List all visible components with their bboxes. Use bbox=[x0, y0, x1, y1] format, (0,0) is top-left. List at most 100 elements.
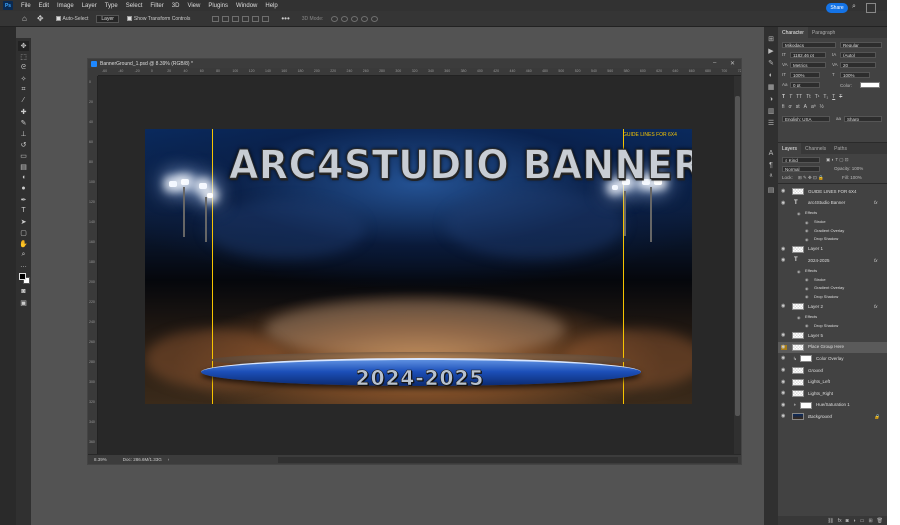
dodge-tool-icon[interactable]: ● bbox=[18, 184, 29, 194]
fill-field[interactable]: Fill: 100% bbox=[842, 175, 862, 180]
visibility-eye-icon[interactable]: ◉ bbox=[781, 200, 787, 206]
crop-tool-icon[interactable]: ⌗ bbox=[18, 85, 29, 95]
faux-italic-button[interactable]: T bbox=[789, 94, 792, 100]
auto-select-checkbox[interactable]: Auto-Select bbox=[55, 16, 88, 22]
3d-roll-icon[interactable] bbox=[341, 15, 349, 22]
leading-field[interactable]: (Auto) bbox=[840, 52, 876, 58]
visibility-eye-icon[interactable]: ◉ bbox=[781, 333, 787, 338]
effect-visibility-icon[interactable]: ◉ bbox=[805, 323, 809, 328]
layer-effect-row[interactable]: ◉ Drop Shadow bbox=[778, 235, 887, 244]
font-style-dropdown[interactable]: Regular bbox=[840, 42, 882, 48]
layer-row[interactable]: ◉ ↳ Color Overlay bbox=[778, 353, 887, 365]
gradient-tool-icon[interactable]: ▤ bbox=[18, 162, 29, 172]
minimize-icon[interactable]: – bbox=[713, 60, 716, 66]
superscript-button[interactable]: T¹ bbox=[815, 94, 820, 100]
visibility-eye-icon[interactable]: ◉ bbox=[781, 402, 787, 408]
home-icon[interactable]: ⌂ bbox=[22, 14, 27, 23]
type-tool-icon[interactable]: T bbox=[18, 206, 29, 216]
menu-window[interactable]: Window bbox=[232, 3, 261, 9]
menu-plugins[interactable]: Plugins bbox=[204, 3, 232, 9]
vertical-scrollbar[interactable] bbox=[734, 76, 741, 454]
history-brush-tool-icon[interactable]: ↺ bbox=[18, 140, 29, 150]
new-layer-icon[interactable]: ⊞ bbox=[868, 518, 872, 524]
filter-icons[interactable]: ▣ ◐ T ▢ ⊡ bbox=[826, 157, 849, 163]
trash-icon[interactable]: 🗑 bbox=[877, 518, 883, 524]
align-middle-icon[interactable] bbox=[252, 15, 260, 22]
close-icon[interactable]: ✕ bbox=[730, 60, 735, 67]
zoom-tool-icon[interactable]: ⌕ bbox=[18, 250, 29, 260]
layer-row[interactable]: ◉ T 2024-2025 fx bbox=[778, 255, 887, 267]
magic-wand-tool-icon[interactable]: ✧ bbox=[18, 74, 29, 84]
auto-select-target-dropdown[interactable]: Layer bbox=[96, 14, 119, 23]
layer-fx-badge[interactable]: fx bbox=[874, 258, 878, 263]
brush-tool-icon[interactable]: ✎ bbox=[18, 118, 29, 128]
titling-button[interactable]: A bbox=[804, 104, 807, 110]
status-menu-icon[interactable]: › bbox=[168, 457, 170, 462]
marquee-tool-icon[interactable]: ⬚ bbox=[18, 52, 29, 62]
effect-visibility-icon[interactable]: ◉ bbox=[797, 269, 801, 274]
ligature-button[interactable]: fi bbox=[782, 104, 785, 110]
menu-3d[interactable]: 3D bbox=[168, 3, 184, 9]
glyphs-panel-icon[interactable]: ª bbox=[766, 173, 776, 182]
zoom-level[interactable]: 8.39% bbox=[94, 457, 107, 462]
clone-stamp-tool-icon[interactable]: ⊥ bbox=[18, 129, 29, 139]
visibility-eye-icon[interactable]: ◉ bbox=[781, 368, 787, 373]
layer-row[interactable]: ◉ Tarc4Studio Banner fx bbox=[778, 198, 887, 210]
effect-visibility-icon[interactable]: ◉ bbox=[805, 237, 809, 242]
layer-row[interactable]: ◉ Background 🔒 bbox=[778, 411, 887, 423]
align-top-icon[interactable] bbox=[242, 15, 250, 22]
visibility-eye-icon[interactable]: ◉ bbox=[781, 391, 787, 396]
tab-paths[interactable]: Paths bbox=[830, 143, 851, 154]
visibility-eye-icon[interactable]: ◉ bbox=[781, 258, 787, 263]
font-size-field[interactable]: 1182.46 pt bbox=[790, 52, 826, 58]
menu-image[interactable]: Image bbox=[53, 3, 78, 9]
faux-bold-button[interactable]: T bbox=[782, 94, 785, 100]
layer-fx-badge[interactable]: fx bbox=[874, 304, 878, 309]
horizontal-scale-field[interactable]: 100% bbox=[840, 72, 870, 78]
align-center-icon[interactable] bbox=[222, 15, 230, 22]
ordinal-button[interactable]: aª bbox=[811, 104, 816, 110]
visibility-eye-icon[interactable]: ◉ bbox=[781, 344, 787, 350]
layer-effect-row[interactable]: ◉ Stroke bbox=[778, 275, 887, 284]
kerning-field[interactable]: Metrics bbox=[790, 62, 826, 68]
vertical-scale-field[interactable]: 100% bbox=[790, 72, 820, 78]
adjustment-layer-icon[interactable]: ◑ bbox=[853, 518, 856, 524]
banner-canvas[interactable]: GUIDE LINES FOR 6X4 ARC4STUDIO BANNER 20… bbox=[145, 129, 692, 404]
properties-panel-icon[interactable]: ☰ bbox=[766, 119, 776, 128]
layer-row[interactable]: ◉ Layer 2 fx bbox=[778, 301, 887, 313]
effect-visibility-icon[interactable]: ◉ bbox=[805, 286, 809, 291]
tab-paragraph[interactable]: Paragraph bbox=[808, 27, 839, 38]
effect-visibility-icon[interactable]: ◉ bbox=[797, 315, 801, 320]
link-layers-icon[interactable]: ⛓ bbox=[827, 518, 833, 524]
add-mask-icon[interactable]: ◙ bbox=[846, 518, 849, 524]
layer-filter-dropdown[interactable]: ⌕ Kind bbox=[782, 157, 820, 163]
paragraph-panel-icon[interactable]: ¶ bbox=[766, 161, 776, 170]
character-panel-icon[interactable]: A bbox=[766, 149, 776, 158]
swash-button[interactable]: ơ bbox=[789, 104, 792, 110]
stylistic-button[interactable]: st bbox=[796, 104, 800, 110]
swatches-panel-icon[interactable]: ▦ bbox=[766, 83, 776, 92]
menu-type[interactable]: Type bbox=[101, 3, 122, 9]
layer-effect-row[interactable]: ◉ Gradient Overlay bbox=[778, 226, 887, 235]
layer-row[interactable]: ◉ ◑ Hue/Saturation 1 bbox=[778, 400, 887, 412]
menu-layer[interactable]: Layer bbox=[78, 3, 101, 9]
history-panel-icon[interactable]: ⊞ bbox=[766, 35, 776, 44]
layer-fx-badge[interactable]: fx bbox=[874, 200, 878, 205]
search-icon[interactable]: ⌕ bbox=[852, 3, 862, 13]
more-options-icon[interactable]: ••• bbox=[281, 14, 289, 23]
effect-visibility-icon[interactable]: ◉ bbox=[797, 211, 801, 216]
layer-comps-icon[interactable]: ▤ bbox=[766, 185, 776, 194]
document-tab[interactable]: BannerGround_1.psd @ 8.39% (RGB/8) * – ✕ bbox=[88, 59, 741, 68]
visibility-eye-icon[interactable]: ◉ bbox=[781, 414, 787, 419]
color-swatches[interactable] bbox=[18, 272, 30, 286]
menu-file[interactable]: File bbox=[17, 3, 35, 9]
small-caps-button[interactable]: Tt bbox=[806, 94, 810, 100]
3d-scale-icon[interactable] bbox=[371, 15, 379, 22]
layer-effect-row[interactable]: ◉ Drop Shadow bbox=[778, 293, 887, 302]
layer-effect-row[interactable]: ◉ Drop Shadow bbox=[778, 321, 887, 330]
scrollbar-thumb[interactable] bbox=[735, 96, 740, 416]
effect-visibility-icon[interactable]: ◉ bbox=[805, 228, 809, 233]
visibility-eye-icon[interactable]: ◉ bbox=[781, 189, 787, 194]
menu-select[interactable]: Select bbox=[122, 3, 147, 9]
add-style-icon[interactable]: fx bbox=[838, 518, 842, 524]
